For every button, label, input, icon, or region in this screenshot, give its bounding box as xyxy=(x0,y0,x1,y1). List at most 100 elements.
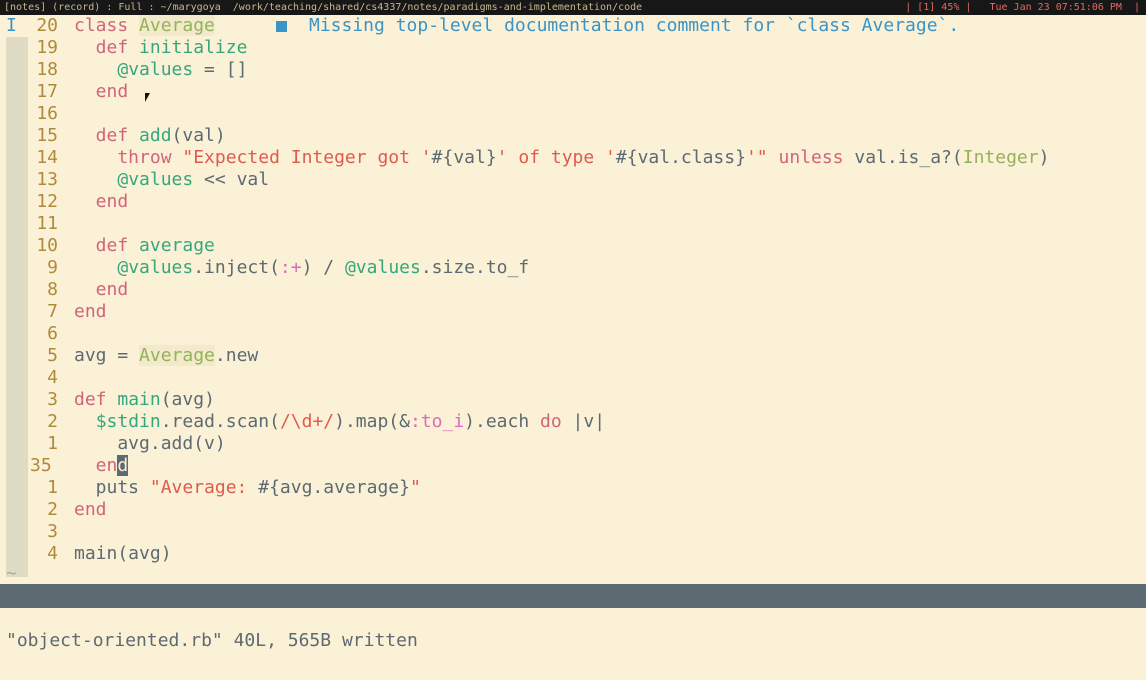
code-token: @values xyxy=(344,257,421,278)
code-token: def xyxy=(74,125,140,146)
line-number: 10 xyxy=(36,235,58,256)
code-line[interactable]: 15 def add(val) xyxy=(0,125,1146,147)
code-token: val.is_a?( xyxy=(854,147,963,168)
code-token: :+ xyxy=(279,257,302,278)
tmux-session-info: [notes] (record) : Full : ~/marygoya /wo… xyxy=(4,2,643,13)
mouse-pointer-icon xyxy=(145,93,150,102)
code-token: (val) xyxy=(171,125,226,146)
code-token: unless xyxy=(767,147,855,168)
line-number: 17 xyxy=(36,81,58,102)
code-token: } xyxy=(399,477,410,498)
code-token: .new xyxy=(214,345,259,366)
command-line-message: "object-oriented.rb" 40L, 565B written xyxy=(6,630,418,651)
code-token: ).each xyxy=(464,411,541,432)
statusline-cursor-position: 35,5 xyxy=(938,633,982,654)
code-line[interactable]: 16 xyxy=(0,103,1146,125)
editor-buffer[interactable]: I 20 class Average Missing top-level docum… xyxy=(0,15,1146,584)
code-line[interactable]: 2 end xyxy=(0,499,1146,521)
code-line[interactable]: 5 avg = Average.new xyxy=(0,345,1146,367)
code-token: @values xyxy=(117,59,194,80)
code-token: en xyxy=(74,455,118,476)
code-token: main xyxy=(117,389,161,410)
code-line[interactable]: 10 def average xyxy=(0,235,1146,257)
code-line[interactable]: 4 xyxy=(0,367,1146,389)
line-code: @values << val xyxy=(74,169,269,191)
code-token: ) xyxy=(1038,147,1050,168)
diagnostic-text: Missing top-level documentation comment … xyxy=(309,15,960,36)
line-number: 8 xyxy=(47,279,58,300)
line-number: 12 xyxy=(36,191,58,212)
line-code: puts "Average: #{avg.average}" xyxy=(74,477,421,499)
code-line[interactable]: 1 puts "Average: #{avg.average}" xyxy=(0,477,1146,499)
line-code: $stdin.read.scan(/\d+/).map(&:to_i).each… xyxy=(74,411,605,433)
command-line[interactable]: "object-oriented.rb" 40L, 565B written xyxy=(0,608,1146,651)
code-token: } xyxy=(485,147,497,168)
code-line[interactable]: 9 @values.inject(:+) / @values.size.to_f xyxy=(0,257,1146,279)
line-number: 13 xyxy=(36,169,58,190)
code-line[interactable]: 14 throw "Expected Integer got '#{val}' … xyxy=(0,147,1146,169)
code-line[interactable]: 20 class Average Missing top-level documen… xyxy=(0,15,1146,37)
code-line[interactable]: 3 def main(avg) xyxy=(0,389,1146,411)
code-line[interactable]: 17 end xyxy=(0,81,1146,103)
empty-line-marker: ~ xyxy=(6,563,17,584)
code-line[interactable]: 19 def initialize xyxy=(0,37,1146,59)
line-number: 1 xyxy=(47,477,58,498)
code-line[interactable]: 3 xyxy=(0,521,1146,543)
code-line[interactable]: 18 @values = [] xyxy=(0,59,1146,81)
line-number: 11 xyxy=(36,213,58,234)
code-line[interactable]: 8 end xyxy=(0,279,1146,301)
line-number: 7 xyxy=(47,301,58,322)
code-token: avg.add(v) xyxy=(74,433,226,454)
code-line[interactable]: 2 $stdin.read.scan(/\d+/).map(&:to_i).ea… xyxy=(0,411,1146,433)
line-code: end xyxy=(74,499,107,521)
code-token: @values xyxy=(117,257,194,278)
code-token: :to_i xyxy=(409,411,465,432)
code-line[interactable]: 12 end xyxy=(0,191,1146,213)
code-token: average xyxy=(139,235,215,256)
code-token: do xyxy=(540,411,562,432)
code-token: |v| xyxy=(561,411,606,432)
text-cursor: d xyxy=(117,455,129,476)
code-token: puts xyxy=(74,477,150,498)
code-token: main(avg) xyxy=(74,543,172,564)
code-token: } xyxy=(735,147,746,168)
line-code: throw "Expected Integer got '#{val}' of … xyxy=(74,147,1049,169)
line-code: end xyxy=(74,191,129,213)
code-token: .inject( xyxy=(193,257,280,278)
line-code: class Average xyxy=(74,15,215,37)
code-line[interactable]: 6 xyxy=(0,323,1146,345)
line-code: @values = [] xyxy=(74,59,247,81)
code-token: " xyxy=(409,477,421,498)
code-token: = [] xyxy=(193,59,248,80)
line-code: end xyxy=(74,455,129,477)
line-number: 4 xyxy=(47,367,58,388)
line-number: 2 xyxy=(47,411,58,432)
code-line[interactable]: 4 main(avg) xyxy=(0,543,1146,565)
code-line[interactable]: 13 @values << val xyxy=(0,169,1146,191)
code-token: avg = xyxy=(74,345,140,366)
line-code: avg = Average.new xyxy=(74,345,258,367)
code-token: ) / xyxy=(301,257,345,278)
code-token: '" xyxy=(745,147,768,168)
line-code: avg.add(v) xyxy=(74,433,226,455)
code-token: (avg) xyxy=(160,389,215,410)
code-token: throw xyxy=(74,147,183,168)
current-code-line[interactable]: 35 end xyxy=(0,455,1146,477)
line-number: 18 xyxy=(36,59,58,80)
line-code: main(avg) xyxy=(74,543,172,565)
code-token: Integer xyxy=(962,147,1039,168)
code-token: ).map(& xyxy=(334,411,410,432)
line-number: 5 xyxy=(47,345,58,366)
code-token: def xyxy=(74,389,118,410)
line-number: 9 xyxy=(47,257,58,278)
code-line[interactable]: 1 avg.add(v) xyxy=(0,433,1146,455)
code-token: end xyxy=(74,191,129,212)
code-line[interactable]: 7 end xyxy=(0,301,1146,323)
code-token: def xyxy=(74,37,140,58)
code-token: << val xyxy=(193,169,270,190)
code-line[interactable]: 11 xyxy=(0,213,1146,235)
code-token: #{ xyxy=(431,147,454,168)
